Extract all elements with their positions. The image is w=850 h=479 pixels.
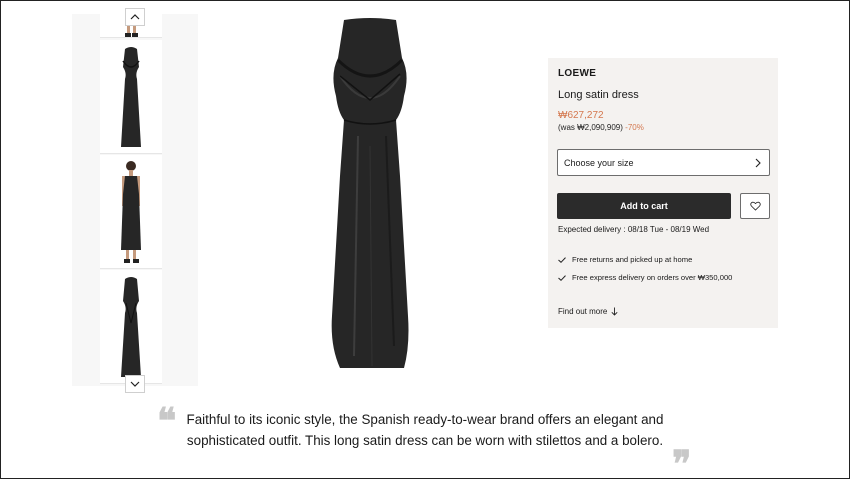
gallery-up-button[interactable]: [125, 8, 145, 26]
add-to-cart-button[interactable]: Add to cart: [557, 193, 731, 219]
was-price-label: (was ₩2,090,909): [558, 123, 623, 132]
arrow-down-icon: [611, 307, 618, 316]
main-product-image[interactable]: [300, 16, 440, 372]
chevron-down-icon: [130, 381, 140, 387]
perk-free-returns: Free returns and picked up at home: [558, 255, 692, 264]
size-selector-label: Choose your size: [564, 157, 634, 168]
close-quote-icon: ❞: [672, 443, 692, 479]
checkmark-icon: [558, 256, 566, 263]
thumbnail-2[interactable]: [100, 40, 162, 154]
checkmark-icon: [558, 274, 566, 281]
thumbnail-4[interactable]: [100, 270, 162, 384]
wishlist-button[interactable]: [740, 193, 770, 219]
open-quote-icon: ❝: [157, 400, 177, 442]
find-out-more-link[interactable]: Find out more: [558, 307, 618, 316]
thumbnail-3[interactable]: [100, 155, 162, 269]
size-selector[interactable]: Choose your size: [557, 149, 770, 176]
brand-name[interactable]: LOEWE: [558, 68, 596, 79]
gallery-down-button[interactable]: [125, 375, 145, 393]
perk-free-express: Free express delivery on orders over ₩35…: [558, 273, 732, 282]
heart-icon: [749, 201, 761, 211]
chevron-up-icon: [130, 14, 140, 20]
perk-label: Free express delivery on orders over ₩35…: [572, 273, 733, 282]
find-out-more-label: Find out more: [558, 307, 608, 316]
chevron-right-icon: [755, 158, 761, 167]
product-info-panel: LOEWE Long satin dress ₩627,272 (was ₩2,…: [548, 58, 778, 328]
discount-badge: -70%: [625, 123, 644, 132]
product-name: Long satin dress: [558, 89, 639, 101]
sale-price: ₩627,272: [558, 110, 604, 121]
thumbnail-gallery: [72, 14, 198, 386]
perk-label: Free returns and picked up at home: [572, 255, 693, 264]
product-description: Faithful to its iconic style, the Spanis…: [186, 412, 664, 448]
expected-delivery: Expected delivery : 08/18 Tue - 08/19 We…: [558, 225, 710, 234]
original-price: (was ₩2,090,909) -70%: [558, 123, 644, 132]
